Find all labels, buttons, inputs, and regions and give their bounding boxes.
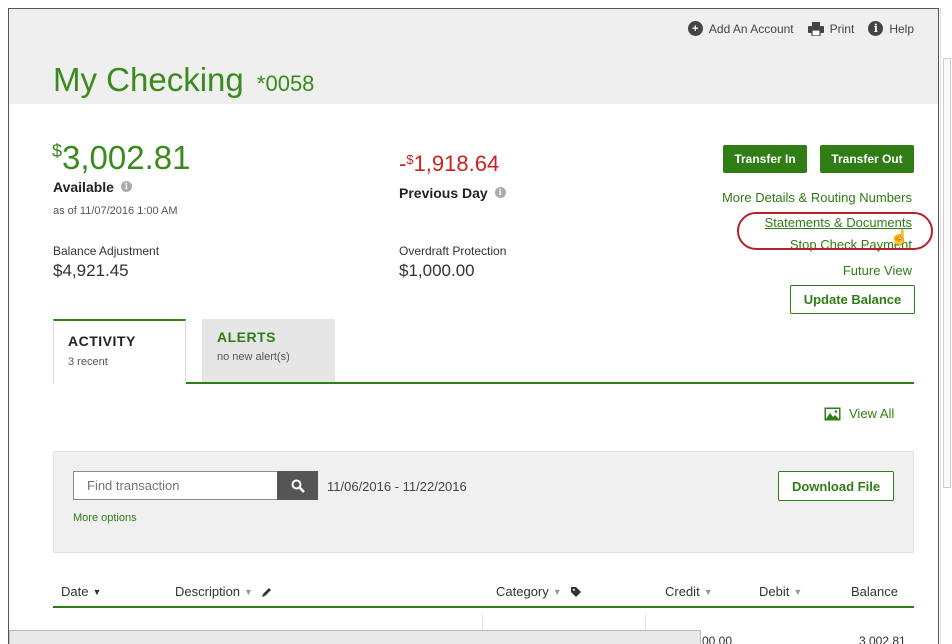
top-links: + Add An Account Print i Help <box>674 21 914 36</box>
table-header-underline <box>53 606 914 608</box>
print-label: Print <box>829 21 855 36</box>
column-balance-label: Balance <box>851 584 898 599</box>
table-cell-credit: 00.00 <box>702 634 733 644</box>
browser-status-bar <box>9 630 701 644</box>
app-frame: + Add An Account Print i Help My Checkin… <box>8 8 939 644</box>
printer-icon <box>807 21 824 36</box>
scrollbar-thumb[interactable] <box>943 58 951 488</box>
help-label: Help <box>889 21 914 36</box>
tab-alerts-sub: no new alert(s) <box>217 351 290 363</box>
as-of-timestamp: as of 11/07/2016 1:00 AM <box>53 205 178 217</box>
previous-day-amount: 1,918.64 <box>413 151 500 176</box>
search-input[interactable] <box>73 471 278 500</box>
column-header-debit[interactable]: Debit ▼ <box>759 584 802 599</box>
pencil-icon[interactable] <box>261 586 273 598</box>
print-link[interactable]: Print <box>807 21 855 36</box>
future-view-link[interactable]: Future View <box>843 263 912 278</box>
update-balance-button[interactable]: Update Balance <box>790 285 915 314</box>
sort-caret-icon: ▼ <box>793 586 803 597</box>
add-account-label: Add An Account <box>708 21 794 36</box>
transfer-in-button[interactable]: Transfer In <box>723 145 807 173</box>
date-range[interactable]: 11/06/2016 - 11/22/2016 <box>327 479 467 494</box>
column-credit-label: Credit <box>665 584 700 599</box>
balance-adjustment-label: Balance Adjustment <box>53 244 160 258</box>
more-options-link[interactable]: More options <box>73 512 137 524</box>
plus-circle-icon: + <box>687 21 703 36</box>
sort-caret-icon: ▼ <box>703 586 713 597</box>
column-debit-label: Debit <box>759 584 790 599</box>
account-name: My Checking <box>53 61 244 98</box>
search-panel: 11/06/2016 - 11/22/2016 More options Dow… <box>53 451 914 553</box>
sort-caret-icon: ▼ <box>92 586 102 597</box>
column-date-label: Date <box>61 584 89 599</box>
page-title: My Checking *0058 <box>53 61 314 99</box>
info-circle-icon: i <box>868 21 884 36</box>
view-all-label: View All <box>849 406 895 421</box>
tab-alerts[interactable]: ALERTS no new alert(s) <box>202 319 335 382</box>
sort-caret-icon: ▼ <box>244 586 253 597</box>
transfer-out-button[interactable]: Transfer Out <box>820 145 914 173</box>
overdraft-value: $1,000.00 <box>399 261 475 280</box>
available-label: Available <box>53 179 114 195</box>
overdraft-label: Overdraft Protection <box>399 244 507 258</box>
available-balance: $3,002.81 <box>52 139 190 177</box>
view-all-link[interactable]: View All <box>824 406 894 421</box>
tab-activity[interactable]: ACTIVITY 3 recent <box>53 319 186 384</box>
table-cell-balance: 3,002.81 <box>859 634 906 644</box>
available-label-row: Available i <box>53 179 132 195</box>
tab-alerts-label: ALERTS <box>217 329 276 345</box>
tab-activity-label: ACTIVITY <box>68 333 136 349</box>
previous-day-balance: -$1,918.64 <box>399 151 499 177</box>
available-amount: 3,002.81 <box>62 139 191 176</box>
available-currency: $ <box>52 141 63 161</box>
window-scrollbar[interactable] <box>940 8 952 644</box>
search-button[interactable] <box>277 471 318 500</box>
column-header-category[interactable]: Category ▼ <box>496 584 582 599</box>
column-header-balance[interactable]: Balance <box>851 584 898 599</box>
more-details-link[interactable]: More Details & Routing Numbers <box>722 190 912 205</box>
sort-caret-icon: ▼ <box>552 586 562 597</box>
download-file-button[interactable]: Download File <box>778 471 894 501</box>
info-icon[interactable]: i <box>120 181 132 192</box>
column-header-date[interactable]: Date ▼ <box>61 584 101 599</box>
account-number: *0058 <box>256 71 315 96</box>
column-description-label: Description <box>175 584 241 599</box>
info-icon[interactable]: i <box>494 187 506 198</box>
image-icon <box>824 407 841 420</box>
tab-underline <box>186 382 914 384</box>
help-link[interactable]: i Help <box>868 21 914 36</box>
previous-day-label-row: Previous Day i <box>399 185 506 201</box>
hand-cursor-icon: ☝ <box>890 229 909 246</box>
column-header-description[interactable]: Description ▼ <box>175 584 273 599</box>
column-category-label: Category <box>496 584 549 599</box>
tab-activity-sub: 3 recent <box>68 356 108 368</box>
column-header-credit[interactable]: Credit ▼ <box>665 584 713 599</box>
previous-day-currency: $ <box>406 152 414 167</box>
balance-adjustment-value: $4,921.45 <box>53 261 129 280</box>
search-icon <box>291 479 305 493</box>
add-account-link[interactable]: + Add An Account <box>687 21 794 36</box>
previous-day-label: Previous Day <box>399 185 488 201</box>
tag-icon[interactable] <box>570 586 582 598</box>
